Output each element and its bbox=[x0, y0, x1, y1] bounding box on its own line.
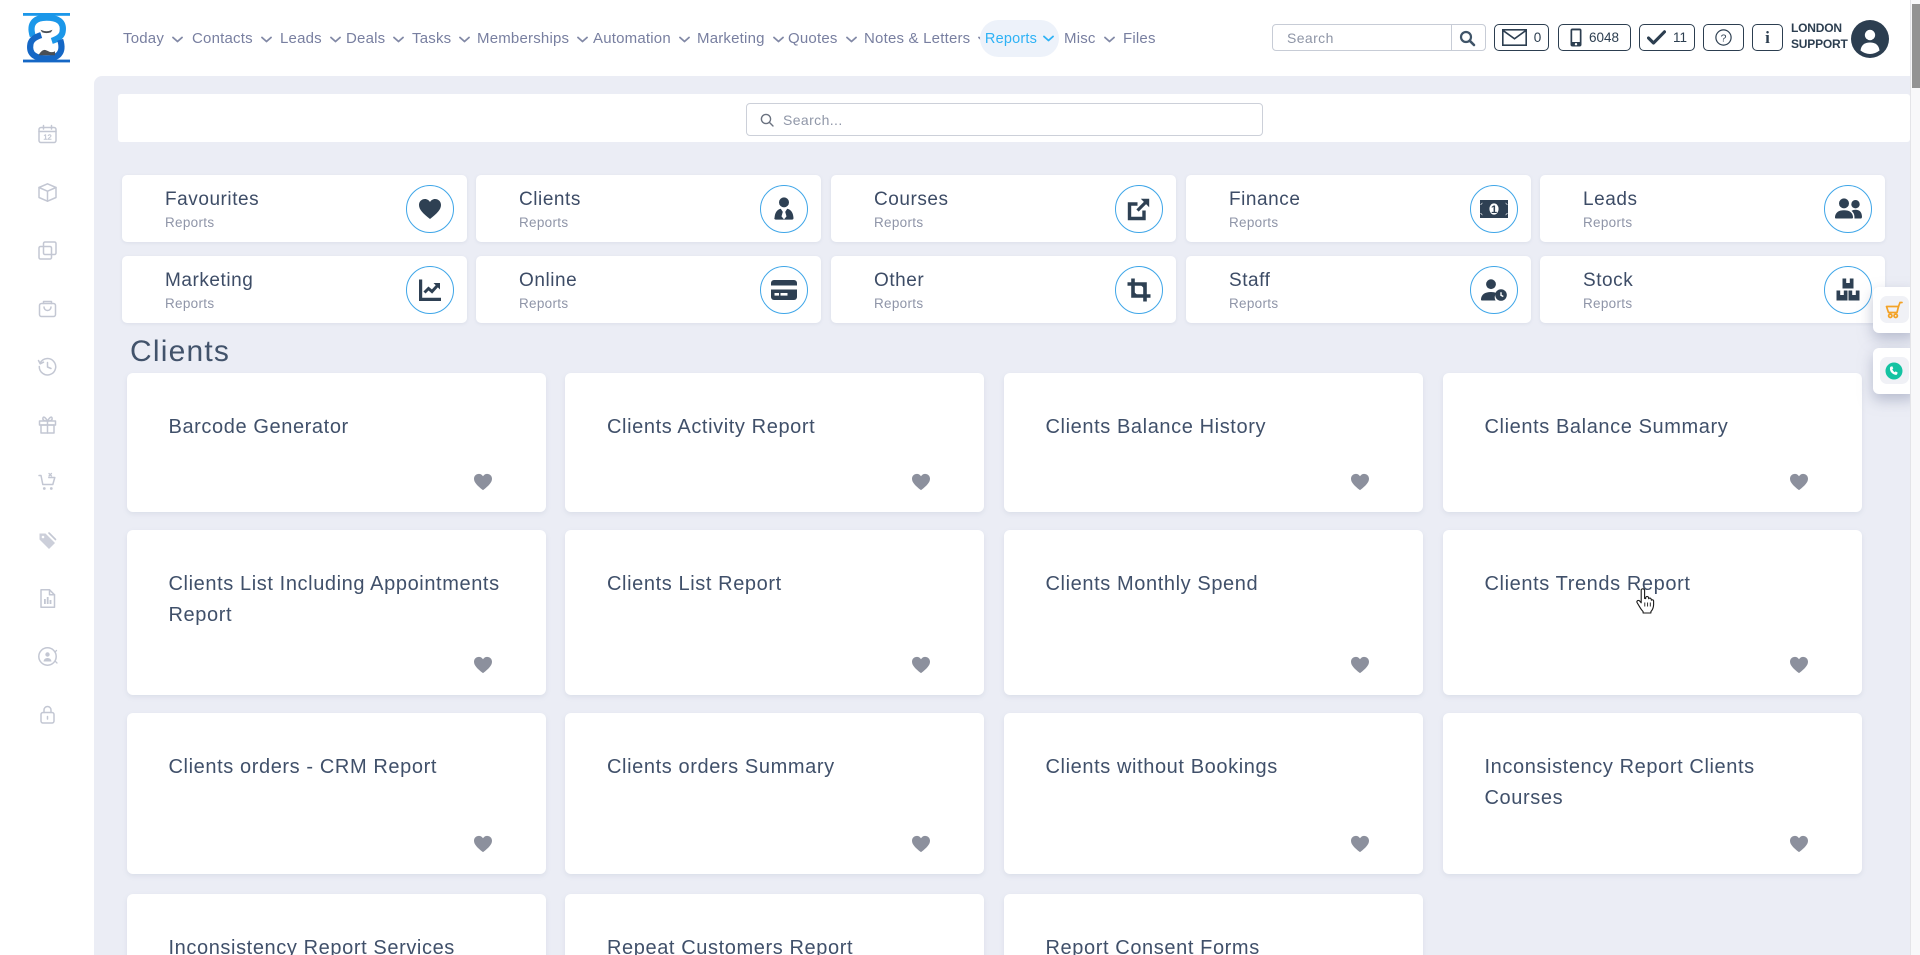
svg-text:1: 1 bbox=[1491, 204, 1497, 216]
svg-text:12: 12 bbox=[43, 133, 51, 142]
svg-text:?: ? bbox=[1721, 32, 1727, 44]
